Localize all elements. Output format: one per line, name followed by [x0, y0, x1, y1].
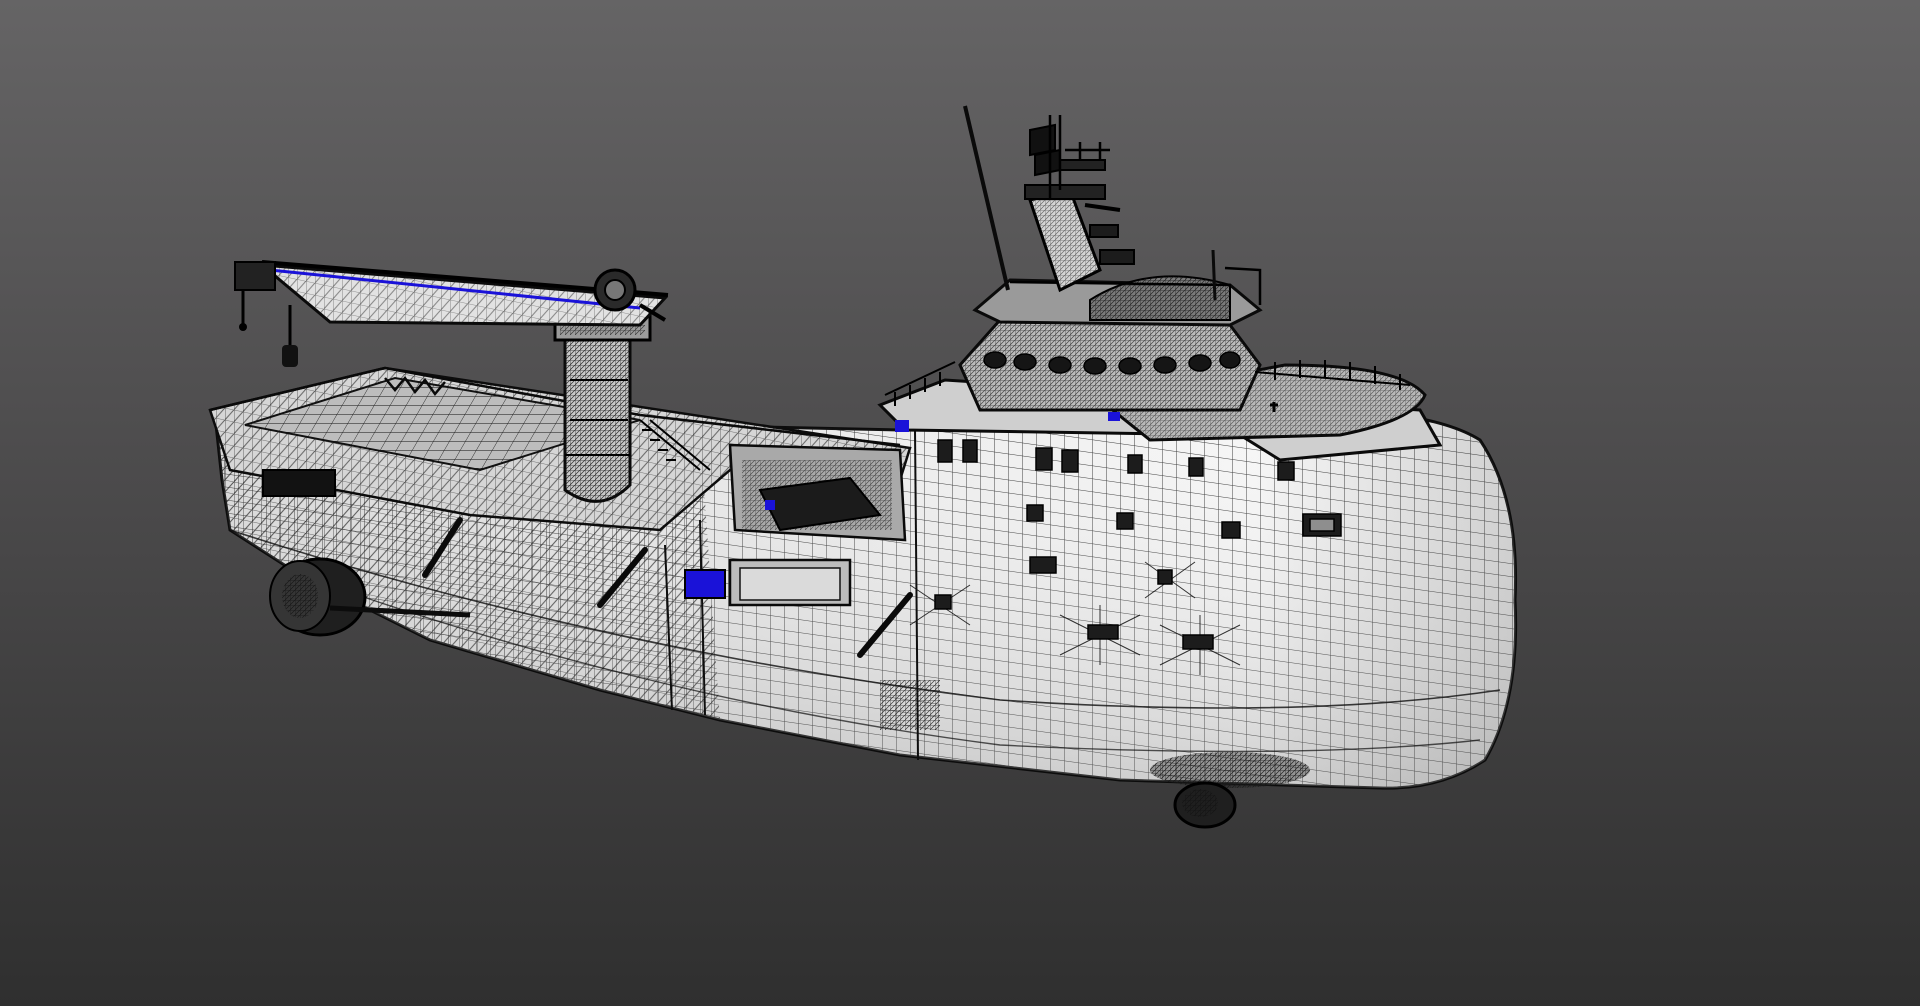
ship-wireframe-model[interactable] [0, 0, 1920, 1006]
mast [963, 105, 1217, 301]
3d-viewport[interactable] [0, 0, 1920, 1006]
bow-thruster [1173, 781, 1237, 829]
